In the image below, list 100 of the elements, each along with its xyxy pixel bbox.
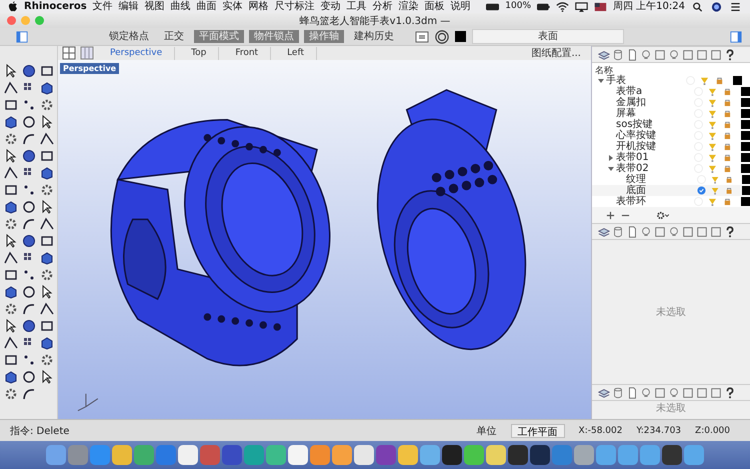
menu-item[interactable]: 渲染 (398, 0, 419, 13)
circle-icon[interactable] (22, 370, 36, 384)
gear-icon[interactable] (4, 387, 18, 401)
menu-item[interactable]: 网格 (248, 0, 269, 13)
bulb-icon[interactable] (668, 48, 680, 60)
help-icon[interactable] (724, 48, 736, 60)
clock[interactable]: 周四 上午10:24 (613, 0, 685, 13)
help-icon[interactable] (724, 386, 736, 398)
command-line[interactable]: 指令: Delete (10, 424, 70, 438)
point-icon[interactable] (22, 98, 36, 112)
layers-icon[interactable] (598, 226, 610, 238)
mode-toggle[interactable]: 锁定格点 (104, 30, 154, 43)
display-icon[interactable] (575, 2, 588, 12)
mode-toggle[interactable]: 正交 (159, 30, 189, 43)
lock-icon[interactable] (724, 175, 733, 184)
gear-icon[interactable] (40, 183, 54, 197)
cylinder-icon[interactable] (612, 48, 624, 60)
layer-color-swatch[interactable] (455, 31, 466, 42)
lock-icon[interactable] (715, 76, 724, 85)
apple-icon[interactable] (8, 1, 18, 12)
sphere-icon[interactable] (22, 234, 36, 248)
expanded-triangle-icon[interactable] (598, 78, 604, 84)
pointer-icon[interactable] (40, 285, 54, 299)
box-icon[interactable] (40, 336, 54, 350)
lock-icon[interactable] (723, 87, 732, 96)
mode-toggle[interactable]: 操作轴 (304, 30, 344, 43)
flag-icon[interactable] (594, 2, 607, 12)
app-icon[interactable] (178, 445, 198, 465)
layer-color-swatch[interactable] (741, 120, 750, 129)
app-icon[interactable] (288, 445, 308, 465)
lock-icon[interactable] (723, 120, 732, 129)
pointer-icon[interactable] (4, 319, 18, 333)
mode-toggle[interactable]: 建构历史 (349, 30, 399, 43)
sphere-icon[interactable] (22, 64, 36, 78)
search-icon[interactable] (691, 2, 704, 12)
gear-icon[interactable] (4, 302, 18, 316)
layer-color-swatch[interactable] (741, 164, 750, 173)
polyline-icon[interactable] (40, 302, 54, 316)
curve-icon[interactable] (22, 302, 36, 316)
lightbulb-icon[interactable] (640, 48, 652, 60)
layers-icon[interactable] (598, 386, 610, 398)
app-icon[interactable] (112, 445, 132, 465)
pointer-icon[interactable] (4, 64, 18, 78)
box-icon[interactable] (40, 166, 54, 180)
wifi-icon[interactable] (556, 2, 569, 12)
bulb-icon[interactable] (668, 226, 680, 238)
point-icon[interactable] (22, 183, 36, 197)
list-icon[interactable] (729, 2, 742, 12)
polyline-icon[interactable] (4, 81, 18, 95)
polyline-icon[interactable] (4, 336, 18, 350)
layer-color-swatch[interactable] (741, 197, 750, 206)
polyline-icon[interactable] (40, 132, 54, 146)
layer-color-swatch[interactable] (741, 153, 750, 162)
document-icon[interactable] (626, 48, 638, 60)
app-icon[interactable] (442, 445, 462, 465)
sphere-icon[interactable] (22, 319, 36, 333)
curve-icon[interactable] (22, 217, 36, 231)
layer-row[interactable]: sos按键 (592, 119, 750, 130)
sidebar-toggle-icon[interactable] (16, 30, 28, 42)
menu-item[interactable]: 工具 (346, 0, 367, 13)
curve-icon[interactable] (22, 387, 36, 401)
rectangle-icon[interactable] (4, 353, 18, 367)
lightbulb-icon[interactable] (640, 386, 652, 398)
viewport-label[interactable]: Perspective (60, 63, 120, 74)
point-icon[interactable] (22, 268, 36, 282)
layer-row[interactable]: 开机按键 (592, 141, 750, 152)
lock-icon[interactable] (723, 142, 732, 151)
rectangle-icon[interactable] (40, 234, 54, 248)
layer-row[interactable]: 表带环 (592, 196, 750, 207)
pointer-icon[interactable] (4, 149, 18, 163)
mode-toggle[interactable]: 物件锁点 (249, 30, 299, 43)
lock-icon[interactable] (724, 186, 733, 195)
circle-icon[interactable] (22, 285, 36, 299)
circle-icon[interactable] (22, 200, 36, 214)
lock-icon[interactable] (723, 98, 732, 107)
layer-row[interactable]: 纹理 (592, 174, 750, 185)
lightbulb-icon[interactable] (640, 226, 652, 238)
lock-icon[interactable] (723, 153, 732, 162)
cplane-button[interactable]: 工作平面 (510, 424, 565, 438)
polyline-icon[interactable] (4, 251, 18, 265)
rectangle-icon[interactable] (4, 98, 18, 112)
gear-icon[interactable] (40, 98, 54, 112)
box-icon[interactable] (4, 115, 18, 129)
cylinder-icon[interactable] (612, 226, 624, 238)
layer-row[interactable]: 心率按键 (592, 130, 750, 141)
layer-row[interactable]: 表带a (592, 86, 750, 97)
cylinder-icon[interactable] (612, 386, 624, 398)
assistant-icon[interactable] (710, 2, 723, 12)
gear-icon[interactable] (40, 353, 54, 367)
layer-row[interactable]: 底面 (592, 185, 750, 196)
lock-icon[interactable] (723, 109, 732, 118)
document-icon[interactable] (626, 226, 638, 238)
menu-item[interactable]: 面板 (424, 0, 445, 13)
pointer-icon[interactable] (40, 200, 54, 214)
current-layer-field[interactable]: 表面 (472, 29, 624, 44)
menu-item[interactable]: 分析 (372, 0, 393, 13)
layer-color-swatch[interactable] (741, 142, 750, 151)
menu-item[interactable]: 变动 (320, 0, 341, 13)
layer-row[interactable]: 表带01 (592, 152, 750, 163)
app-icon[interactable] (530, 445, 550, 465)
